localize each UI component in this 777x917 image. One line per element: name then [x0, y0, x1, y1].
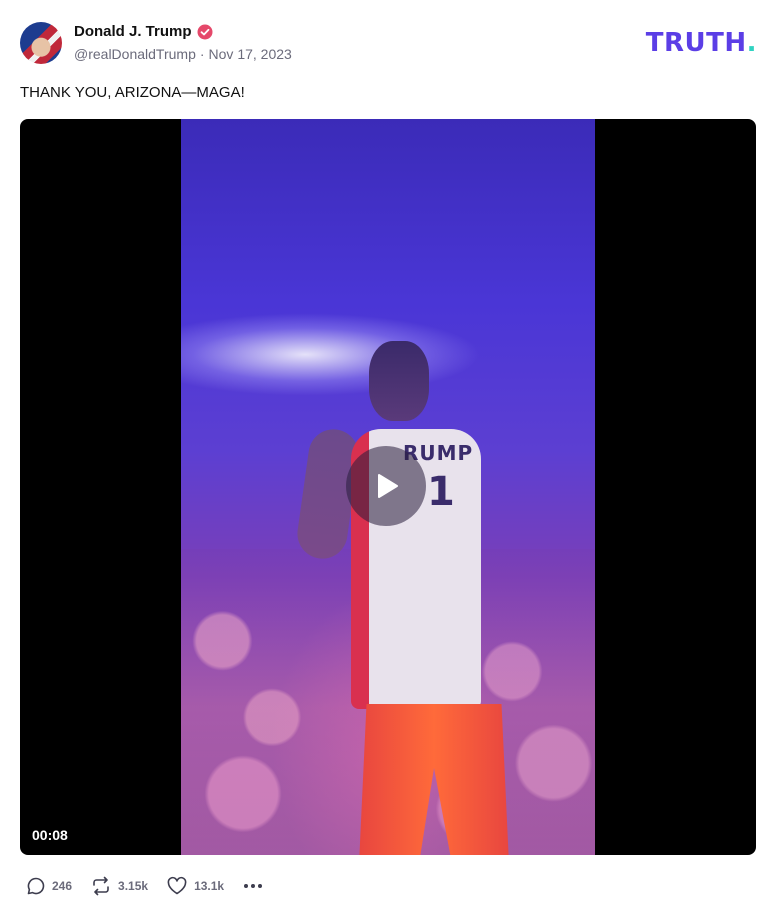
author-name[interactable]: Donald J. Trump: [74, 23, 192, 40]
like-button[interactable]: 13.1k: [166, 876, 224, 896]
video-duration: 00:08: [32, 827, 68, 843]
more-icon: [244, 884, 263, 888]
truth-logo[interactable]: TRUTH.: [646, 28, 757, 58]
post-meta: @realDonaldTrump · Nov 17, 2023: [74, 46, 292, 62]
jersey-number: 1: [427, 469, 455, 515]
video-player[interactable]: RUMP 1 00:08: [20, 119, 756, 855]
post-date[interactable]: Nov 17, 2023: [209, 46, 292, 62]
retruth-icon: [93, 876, 109, 896]
verified-badge-icon: [197, 24, 213, 40]
more-button[interactable]: [242, 876, 264, 896]
author-handle[interactable]: @realDonaldTrump: [74, 46, 196, 62]
reply-count: 246: [52, 879, 73, 893]
comment-icon: [27, 877, 45, 895]
like-count: 13.1k: [194, 879, 225, 893]
retruth-button[interactable]: 3.15k: [90, 876, 148, 896]
play-icon: [378, 474, 398, 498]
logo-text: TRUTH: [645, 28, 747, 58]
reply-button[interactable]: 246: [26, 876, 72, 896]
author-row: Donald J. Trump: [74, 23, 213, 40]
avatar[interactable]: [20, 22, 62, 64]
heart-icon: [167, 876, 187, 895]
performer-head: [369, 341, 429, 421]
logo-dot: .: [746, 28, 757, 58]
retruth-count: 3.15k: [118, 879, 149, 893]
post-text: THANK YOU, ARIZONA—MAGA!: [20, 84, 245, 101]
action-bar: 246 3.15k 13.1k: [26, 876, 264, 896]
play-button[interactable]: [346, 446, 426, 526]
meta-separator: ·: [199, 46, 205, 62]
